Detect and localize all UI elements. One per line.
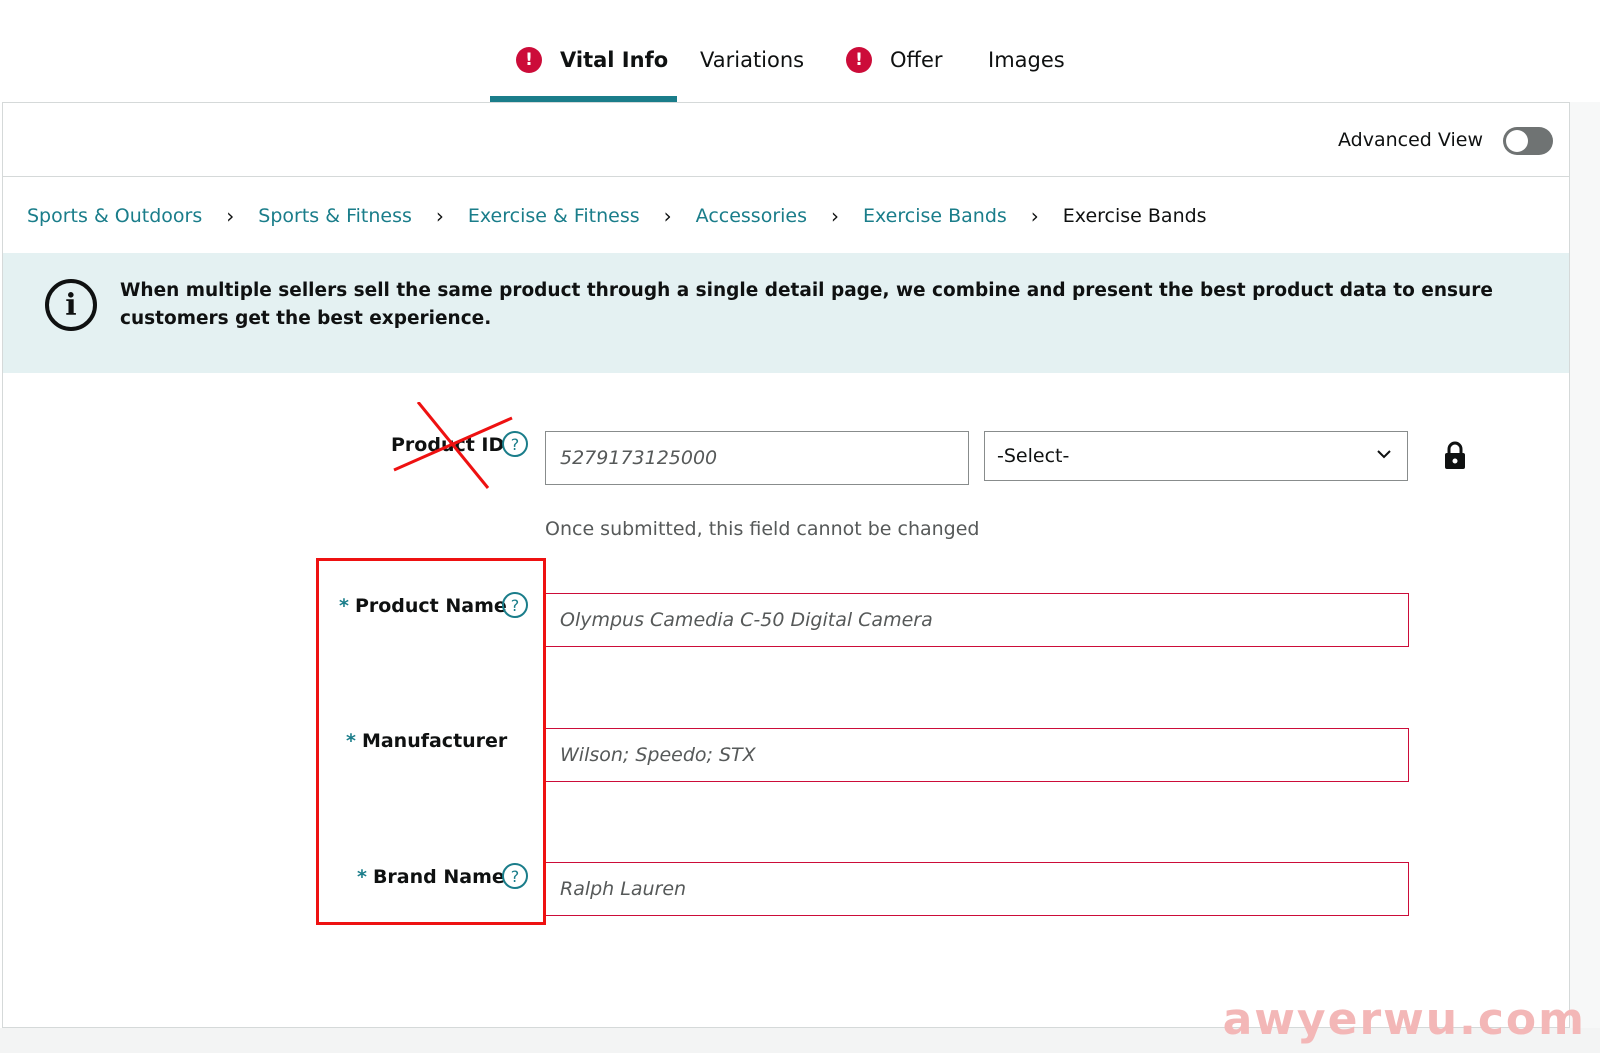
tab-variations[interactable]: Variations bbox=[700, 40, 804, 80]
advanced-view-toggle[interactable] bbox=[1503, 127, 1553, 155]
tab-images[interactable]: Images bbox=[988, 40, 1065, 80]
product-id-hint: Once submitted, this field cannot be cha… bbox=[545, 518, 980, 540]
chevron-right-icon: › bbox=[663, 203, 672, 228]
help-icon[interactable]: ? bbox=[502, 592, 528, 618]
alert-icon: ! bbox=[846, 47, 872, 73]
toggle-knob bbox=[1506, 130, 1528, 152]
advanced-view-row: Advanced View bbox=[3, 103, 1569, 177]
breadcrumb-item[interactable]: Exercise & Fitness bbox=[468, 205, 640, 227]
chevron-right-icon: › bbox=[435, 203, 444, 228]
chevron-down-icon bbox=[1377, 450, 1391, 459]
label-text: Product Name bbox=[354, 595, 507, 617]
brand-name-label: * Brand Name bbox=[357, 866, 505, 888]
breadcrumb-item[interactable]: Sports & Fitness bbox=[258, 205, 412, 227]
right-gutter bbox=[1570, 102, 1600, 1028]
brand-name-input[interactable]: Ralph Lauren bbox=[545, 862, 1409, 916]
product-name-input[interactable]: Olympus Camedia C-50 Digital Camera bbox=[545, 593, 1409, 647]
advanced-view-label: Advanced View bbox=[1338, 129, 1483, 151]
select-value: -Select- bbox=[997, 445, 1070, 467]
chevron-right-icon: › bbox=[226, 203, 235, 228]
watermark: awyerwu.com bbox=[1222, 994, 1586, 1045]
label-text: Manufacturer bbox=[361, 730, 508, 752]
tab-vital-info[interactable]: ! Vital Info bbox=[516, 40, 668, 80]
manufacturer-label: * Manufacturer bbox=[346, 730, 507, 752]
alert-icon: ! bbox=[516, 47, 542, 73]
product-id-label: Product ID bbox=[391, 434, 505, 456]
tab-label: Images bbox=[988, 48, 1065, 72]
tab-label: Vital Info bbox=[560, 48, 669, 72]
breadcrumb-item[interactable]: Sports & Outdoors bbox=[27, 205, 202, 227]
help-icon[interactable]: ? bbox=[502, 431, 528, 457]
product-id-input[interactable]: 5279173125000 bbox=[545, 431, 969, 485]
breadcrumb-item[interactable]: Exercise Bands bbox=[863, 205, 1007, 227]
info-icon: i bbox=[45, 279, 97, 331]
required-marker: * bbox=[339, 595, 349, 617]
required-marker: * bbox=[357, 866, 367, 888]
tab-label: Offer bbox=[890, 48, 943, 72]
product-name-label: * Product Name bbox=[339, 595, 507, 617]
tab-label: Variations bbox=[700, 48, 805, 72]
manufacturer-input[interactable]: Wilson; Speedo; STX bbox=[545, 728, 1409, 782]
label-text: Brand Name bbox=[372, 866, 505, 888]
chevron-right-icon: › bbox=[1030, 203, 1039, 228]
info-banner: i When multiple sellers sell the same pr… bbox=[3, 253, 1569, 373]
tab-bar: ! Vital Info Variations ! Offer Images bbox=[0, 0, 1600, 102]
breadcrumb-current: Exercise Bands bbox=[1062, 204, 1207, 227]
breadcrumb: Sports & Outdoors › Sports & Fitness › E… bbox=[3, 178, 1569, 253]
product-id-type-select[interactable]: -Select- bbox=[984, 431, 1408, 481]
lock-icon bbox=[1445, 441, 1465, 469]
required-marker: * bbox=[346, 730, 356, 752]
help-icon[interactable]: ? bbox=[502, 863, 528, 889]
tab-offer[interactable]: ! Offer bbox=[846, 40, 943, 80]
chevron-right-icon: › bbox=[831, 203, 840, 228]
breadcrumb-item[interactable]: Accessories bbox=[696, 205, 807, 227]
info-banner-text: When multiple sellers sell the same prod… bbox=[120, 280, 1493, 329]
